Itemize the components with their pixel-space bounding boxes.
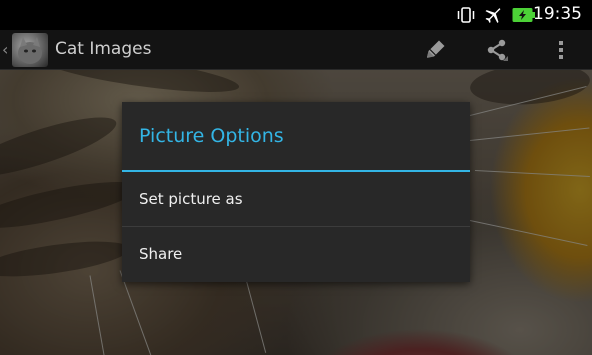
share-option[interactable]: Share [122,227,470,281]
overflow-menu-icon[interactable] [541,30,581,70]
status-bar: 19:35 [0,0,592,30]
app-title: Cat Images [55,39,152,59]
vibrate-icon [456,0,476,30]
up-navigation-icon[interactable]: ‹ [2,40,8,59]
airplane-mode-icon [482,0,504,30]
edit-icon[interactable] [415,30,455,70]
share-icon[interactable] [477,30,517,70]
action-bar: ‹ Cat Images [0,30,592,70]
app-icon[interactable] [12,33,48,67]
clock: 19:35 [533,4,582,24]
set-picture-as-option[interactable]: Set picture as [122,172,470,226]
picture-options-dialog: Picture Options Set picture as Share [122,102,470,282]
dialog-title: Picture Options [122,102,470,172]
